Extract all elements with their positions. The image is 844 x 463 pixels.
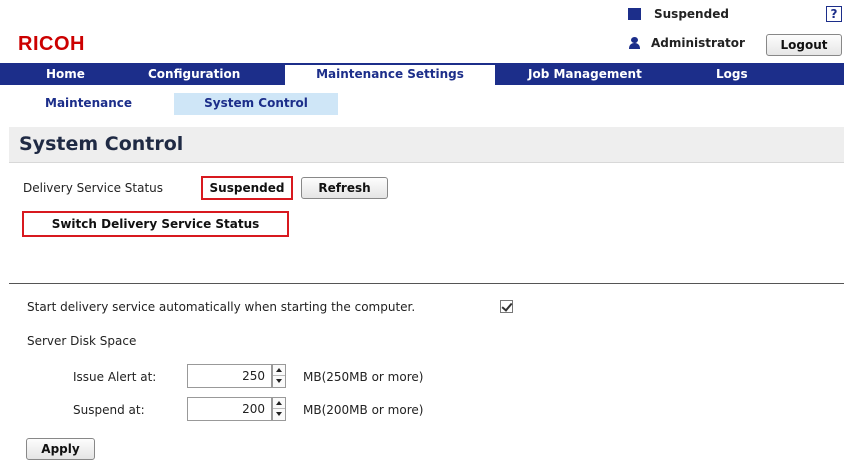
tab-logs[interactable]: Logs (716, 63, 748, 85)
main-nav: Home Configuration Maintenance Settings … (0, 63, 844, 85)
tab-configuration[interactable]: Configuration (148, 63, 240, 85)
autostart-label: Start delivery service automatically whe… (27, 300, 416, 314)
switch-delivery-status-button[interactable]: Switch Delivery Service Status (22, 211, 289, 237)
issue-alert-spinner[interactable] (272, 364, 286, 388)
status-square-icon (628, 8, 641, 20)
tab-job-management[interactable]: Job Management (528, 63, 642, 85)
ricoh-logo: RICOH (18, 33, 85, 55)
increment-arrow-icon[interactable] (273, 365, 285, 376)
suspend-spinner[interactable] (272, 397, 286, 421)
decrement-arrow-icon[interactable] (273, 376, 285, 387)
help-icon[interactable]: ? (826, 6, 842, 22)
suspend-input[interactable]: 200 (187, 397, 272, 421)
delivery-status-value: Suspended (201, 176, 293, 200)
suspend-label: Suspend at: (73, 403, 145, 417)
service-status-indicator: Suspended (628, 7, 729, 21)
page-title: System Control (19, 133, 184, 155)
issue-alert-hint: MB(250MB or more) (303, 370, 424, 384)
subnav-maintenance[interactable]: Maintenance (45, 93, 132, 115)
delivery-status-label: Delivery Service Status (23, 181, 164, 195)
issue-alert-label: Issue Alert at: (73, 370, 157, 384)
user-icon (628, 36, 641, 50)
increment-arrow-icon[interactable] (273, 398, 285, 409)
service-status-text: Suspended (654, 7, 729, 21)
section-divider (9, 283, 844, 284)
tab-home[interactable]: Home (46, 63, 85, 85)
page-title-bar: System Control (9, 127, 844, 163)
tab-maintenance-settings[interactable]: Maintenance Settings (285, 65, 495, 85)
refresh-button[interactable]: Refresh (301, 177, 388, 199)
suspend-hint: MB(200MB or more) (303, 403, 424, 417)
decrement-arrow-icon[interactable] (273, 409, 285, 420)
subnav-system-control[interactable]: System Control (174, 93, 338, 115)
autostart-checkbox[interactable] (500, 300, 513, 313)
disk-space-label: Server Disk Space (27, 334, 137, 348)
logout-button[interactable]: Logout (766, 34, 842, 56)
apply-button[interactable]: Apply (26, 438, 95, 460)
user-name: Administrator (651, 36, 745, 50)
issue-alert-input[interactable]: 250 (187, 364, 272, 388)
user-info: Administrator (628, 36, 745, 50)
